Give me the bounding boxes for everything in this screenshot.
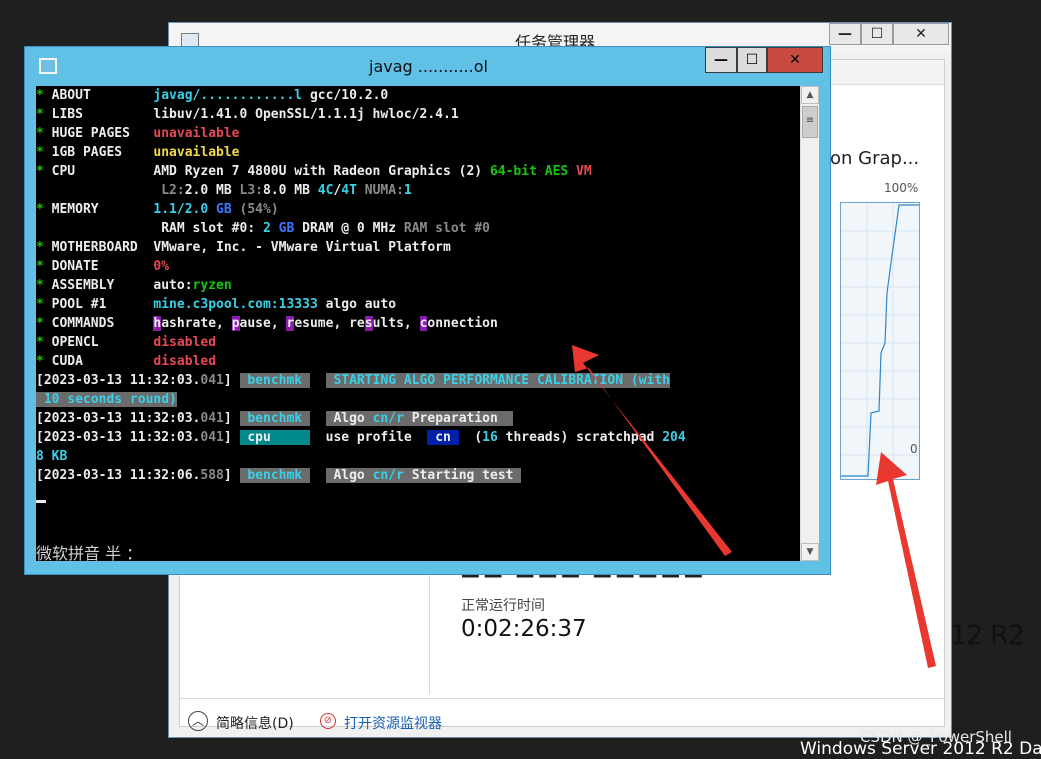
- annotation-arrows: [572, 345, 936, 668]
- red-arrow-to-commands: [572, 345, 732, 556]
- red-arrow-to-graph: [876, 452, 936, 668]
